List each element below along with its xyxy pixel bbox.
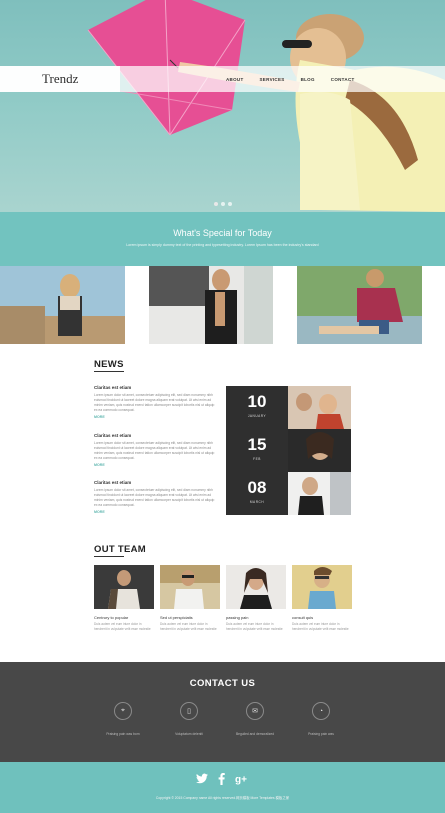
member-photo (226, 565, 286, 609)
location-icon[interactable]: ⌖ (114, 702, 132, 720)
member-desc: Duis autem vel eum iriure dolor in hendr… (292, 622, 349, 631)
time-icon[interactable]: ◔ (312, 702, 330, 720)
hero-image (87, 0, 445, 212)
date-card[interactable]: 15 FEB (226, 429, 288, 472)
svg-text:g+: g+ (235, 775, 247, 786)
date-month: JANUARY (247, 414, 267, 418)
brand-logo[interactable]: Trendz (0, 66, 120, 92)
page: Trendz ABOUT SERVICES BLOG CONTACT What'… (0, 0, 445, 813)
news-item: Claritas est etiam Lorem ipsum dolor sit… (94, 385, 218, 419)
date-month: MARCH (249, 500, 265, 504)
photo-2[interactable] (149, 266, 273, 344)
member-desc: Duis autem vel eum iriure dolor in hendr… (226, 622, 283, 631)
member-photo (160, 565, 220, 609)
facebook-icon[interactable] (218, 773, 225, 788)
nav-services[interactable]: SERVICES (260, 77, 285, 82)
more-link[interactable]: MORE (94, 510, 218, 514)
news-text: Lorem ipsum dolor sit amet, consectetuer… (94, 488, 215, 507)
contact-section: CONTACT US ⌖ Praising pain was born ▯ Vo… (0, 662, 445, 762)
footer: g+ Copyright © 2015 Company name All rig… (0, 762, 445, 813)
copyright-text: Copyright © 2015 Company name All rights… (155, 796, 290, 800)
special-section: What's Special for Today Lorem ipsum is … (0, 212, 445, 266)
mail-icon[interactable]: ✉ (246, 702, 264, 720)
member-name: Centrury to popular (94, 615, 129, 620)
social-links: g+ (0, 773, 445, 788)
team-member[interactable]: Sed ut perspiciatis Duis autem vel eum i… (160, 565, 220, 631)
news-heading[interactable]: Claritas est etiam (94, 385, 218, 390)
more-link[interactable]: MORE (94, 463, 218, 467)
more-link[interactable]: MORE (94, 415, 218, 419)
team-member[interactable]: consult quis Duis autem vel eum iriure d… (292, 565, 352, 631)
member-name: Sed ut perspiciatis (160, 615, 193, 620)
date-card[interactable]: 10 JANUARY (226, 386, 288, 429)
hero-slider[interactable]: Trendz ABOUT SERVICES BLOG CONTACT (0, 0, 445, 212)
nav-about[interactable]: ABOUT (226, 77, 244, 82)
news-item: Claritas est etiam Lorem ipsum dolor sit… (94, 480, 218, 514)
member-photo (292, 565, 352, 609)
googleplus-icon[interactable]: g+ (235, 773, 249, 788)
news-image[interactable] (288, 472, 351, 515)
team-title: OUT TEAM (94, 544, 147, 555)
news-date-grid: 10 JANUARY 15 FEB 08 MARCH (226, 386, 351, 515)
contact-title: CONTACT US (189, 678, 256, 689)
news-title: NEWS (94, 359, 124, 370)
main-nav: ABOUT SERVICES BLOG CONTACT (226, 66, 355, 92)
member-name: consult quis (292, 615, 314, 620)
special-title: What's Special for Today (173, 228, 272, 238)
date-card[interactable]: 08 MARCH (226, 472, 288, 515)
slider-dot[interactable] (213, 202, 218, 206)
date-number: 15 (247, 435, 267, 454)
team-member[interactable]: Centrury to popular Duis autem vel eum i… (94, 565, 154, 631)
nav-contact[interactable]: CONTACT (331, 77, 355, 82)
date-month: FEB (253, 457, 261, 461)
date-number: 10 (247, 392, 267, 411)
member-desc: Duis autem vel eum iriure dolor in hendr… (94, 622, 151, 631)
slider-dot[interactable] (227, 202, 232, 206)
photo-3[interactable] (297, 266, 422, 344)
news-heading[interactable]: Claritas est etiam (94, 433, 218, 438)
slider-dot[interactable] (220, 202, 225, 206)
member-photo (94, 565, 154, 609)
news-text: Lorem ipsum dolor sit amet, consectetuer… (94, 393, 215, 412)
contact-label: Praising pain was (308, 732, 334, 736)
news-heading[interactable]: Claritas est etiam (94, 480, 218, 485)
news-item: Claritas est etiam Lorem ipsum dolor sit… (94, 433, 218, 467)
member-desc: Duis autem vel eum iriure dolor in hendr… (160, 622, 217, 631)
news-image[interactable] (288, 386, 351, 429)
special-text: Lorem ipsum is simply dummy text of the … (126, 243, 319, 247)
twitter-icon[interactable] (196, 773, 208, 788)
contact-item: ◔ Praising pain was (281, 702, 361, 736)
team-member[interactable]: passing pain Duis autem vel eum iriure d… (226, 565, 286, 631)
news-underline (94, 371, 124, 372)
nav-blog[interactable]: BLOG (301, 77, 315, 82)
member-name: passing pain (226, 615, 249, 620)
photo-1[interactable] (0, 266, 125, 344)
news-text: Lorem ipsum dolor sit amet, consectetuer… (94, 441, 215, 460)
phone-icon[interactable]: ▯ (180, 702, 198, 720)
team-underline (94, 556, 124, 557)
photo-row (0, 266, 445, 344)
date-number: 08 (247, 478, 267, 497)
slider-dots (0, 202, 445, 206)
news-image[interactable] (288, 429, 351, 472)
